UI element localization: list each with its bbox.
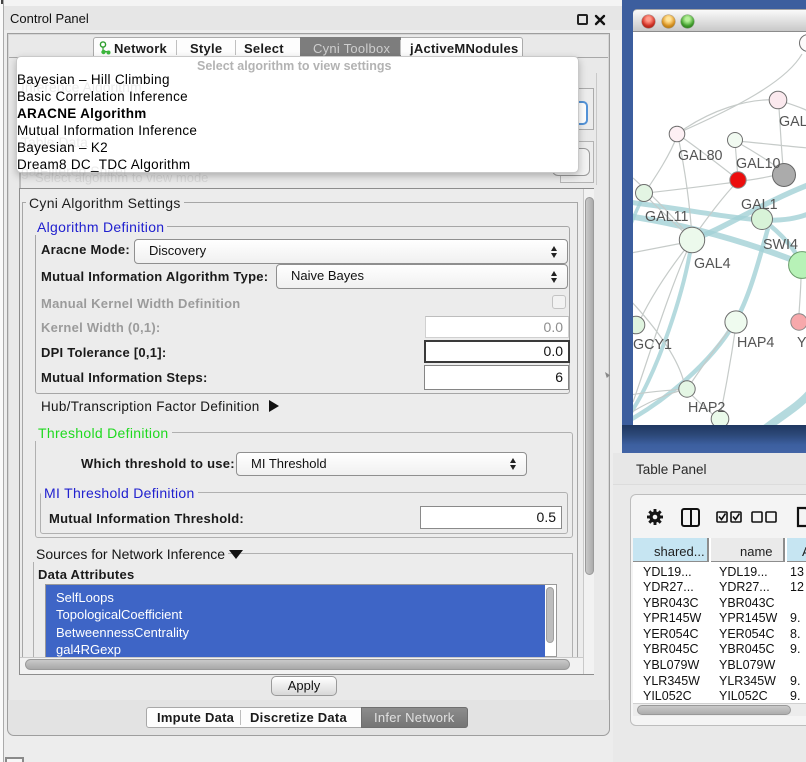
svg-text:GAL: GAL	[779, 114, 806, 130]
svg-text:GAL4: GAL4	[694, 256, 731, 272]
svg-text:GAL1: GAL1	[741, 197, 778, 213]
svg-text:SWI4: SWI4	[763, 237, 798, 253]
svg-text:GAL80: GAL80	[678, 148, 723, 164]
svg-text:GAL11: GAL11	[645, 209, 688, 225]
svg-text:Y: Y	[797, 335, 806, 351]
svg-text:GAL10: GAL10	[736, 156, 781, 172]
svg-text:GCY1: GCY1	[633, 337, 672, 353]
svg-text:HAP4: HAP4	[737, 335, 774, 351]
svg-text:HAP2: HAP2	[688, 400, 725, 416]
